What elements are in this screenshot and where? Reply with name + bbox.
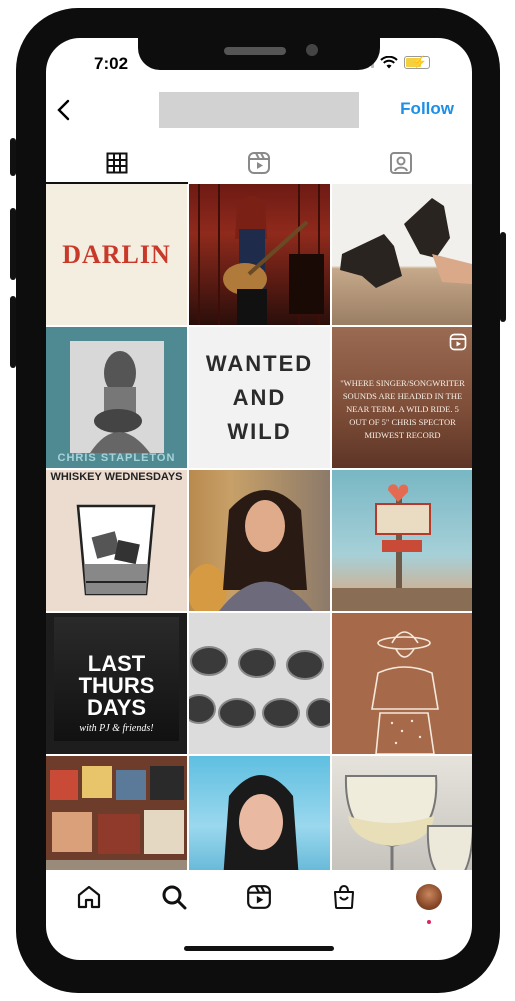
- post-tile[interactable]: "WHERE SINGER/SONGWRITER SOUNDS ARE HEAD…: [332, 327, 472, 468]
- reels-icon: [248, 152, 270, 174]
- speaker: [224, 47, 286, 55]
- post-quote: "WHERE SINGER/SONGWRITER SOUNDS ARE HEAD…: [340, 378, 465, 440]
- search-icon: [162, 885, 187, 910]
- shop-bag-icon: [334, 884, 355, 909]
- post-tile[interactable]: [189, 470, 330, 611]
- post-title: CHRIS STAPLETON: [57, 452, 176, 464]
- profile-avatar: [416, 884, 443, 910]
- tab-reels[interactable]: [188, 142, 330, 184]
- home-indicator: [184, 946, 334, 951]
- post-tile[interactable]: [332, 184, 472, 325]
- post-title: WHISKEY WEDNESDAYS: [50, 471, 183, 483]
- portrait-woman-image: [189, 490, 313, 611]
- follow-button[interactable]: Follow: [400, 99, 454, 119]
- post-tile[interactable]: DARLIN: [46, 184, 187, 325]
- wifi-icon: [380, 56, 398, 69]
- roadside-sign-image: [332, 484, 472, 611]
- post-tile[interactable]: [332, 613, 472, 754]
- post-tile[interactable]: [332, 470, 472, 611]
- notification-dot: [427, 920, 432, 924]
- posts-grid: DARLIN CHRIS STAPLETON WANTED AND WILD "…: [46, 184, 472, 897]
- phone-screen: 7:02 ⚡ Follow DARLIN CHRIS STAPLETON WAN…: [46, 38, 472, 960]
- home-icon: [77, 885, 100, 909]
- post-tile[interactable]: [189, 184, 330, 325]
- nav-home[interactable]: [46, 884, 131, 910]
- back-chevron-icon[interactable]: [54, 98, 74, 122]
- post-tile[interactable]: CHRIS STAPLETON: [46, 327, 187, 468]
- battery-icon: ⚡: [404, 55, 430, 69]
- volume-down-button: [10, 296, 16, 368]
- grid-icon: [106, 152, 128, 174]
- cowboy-boots-image: [340, 198, 472, 288]
- profile-tabs: [46, 142, 472, 184]
- username-redacted: [159, 92, 359, 128]
- post-title: DARLIN: [62, 239, 171, 269]
- guitar-performer-image: [198, 184, 324, 325]
- tab-grid[interactable]: [46, 142, 188, 184]
- post-title: WANTED AND WILD: [205, 350, 314, 444]
- front-camera: [306, 44, 318, 56]
- post-title: LAST THURS DAYS: [78, 651, 155, 720]
- silent-switch: [10, 138, 16, 176]
- hats-wall-image: [189, 646, 330, 728]
- post-tile[interactable]: WANTED AND WILD: [189, 327, 330, 468]
- post-subtitle: with PJ & friends!: [79, 723, 154, 734]
- nav-search[interactable]: [131, 884, 216, 910]
- tab-tagged[interactable]: [330, 142, 472, 184]
- volume-up-button: [10, 208, 16, 280]
- post-tile[interactable]: LAST THURS DAYS with PJ & friends!: [46, 613, 187, 754]
- reels-badge-icon: [449, 333, 467, 356]
- status-time: 7:02: [94, 54, 129, 73]
- bottom-navigation: [46, 870, 472, 924]
- reels-icon: [247, 885, 271, 909]
- tagged-icon: [390, 152, 412, 174]
- notch: [138, 38, 380, 70]
- power-button: [500, 232, 506, 322]
- album-cover-photo: [70, 341, 164, 453]
- line-art-woman-image: [371, 631, 439, 754]
- post-tile[interactable]: [189, 613, 330, 754]
- nav-reels[interactable]: [216, 884, 301, 910]
- whiskey-glass-image: [76, 504, 156, 596]
- nav-shop[interactable]: [302, 884, 387, 910]
- profile-header: Follow: [46, 90, 472, 130]
- post-tile[interactable]: WHISKEY WEDNESDAYS: [46, 470, 187, 611]
- nav-profile[interactable]: [387, 884, 472, 924]
